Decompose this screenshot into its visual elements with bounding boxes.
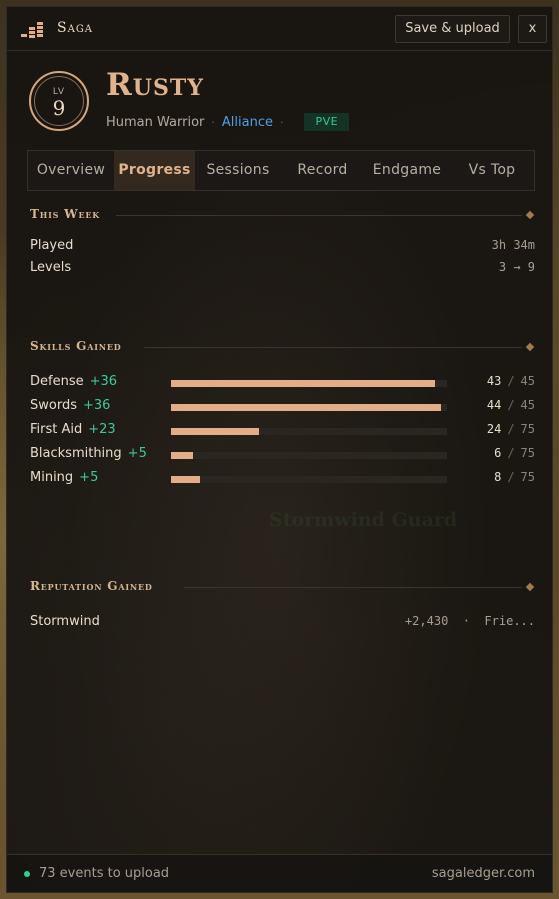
skill-row: Blacksmithing +5 6 / 75 xyxy=(30,446,535,464)
level-label: LV xyxy=(52,87,66,97)
diamond-ornament-icon xyxy=(525,210,535,220)
skill-gain: +5 xyxy=(79,470,99,485)
skill-progress-fill xyxy=(171,404,441,411)
close-button[interactable]: x xyxy=(518,15,547,43)
diamond-ornament-icon xyxy=(525,342,535,352)
faction-link[interactable]: Alliance xyxy=(222,115,273,130)
race-class: Human Warrior xyxy=(106,114,205,130)
site-link[interactable]: sagaledger.com xyxy=(432,866,535,881)
character-meta: Human Warrior · Alliance · PVE xyxy=(106,112,350,132)
skill-progress-fill xyxy=(171,380,435,387)
section-title: Skills Gained xyxy=(30,339,122,353)
skill-label: First Aid xyxy=(30,422,83,437)
skill-label: Swords xyxy=(30,398,77,413)
tab-endgame[interactable]: Endgame xyxy=(364,151,450,190)
upload-status: 73 events to upload xyxy=(39,866,170,881)
skill-max: 75 xyxy=(520,422,535,436)
skill-name: Blacksmithing +5 xyxy=(30,446,147,461)
skill-label: Mining xyxy=(30,470,74,485)
skill-max: 45 xyxy=(520,398,535,412)
section-divider xyxy=(144,347,522,348)
reputation-name: Stormwind xyxy=(30,614,100,629)
skill-separator: / xyxy=(507,446,515,460)
skill-name: Mining +5 xyxy=(30,470,98,485)
skill-label: Blacksmithing xyxy=(30,446,122,461)
stat-label: Played xyxy=(30,238,74,253)
skill-progress-fill xyxy=(171,476,201,483)
status-dot-icon xyxy=(24,871,30,877)
skill-gain: +36 xyxy=(82,398,111,413)
saga-panel: Stormwind Guard Saga Save & upload x LV … xyxy=(6,6,553,893)
skill-max: 45 xyxy=(520,374,535,388)
skill-row: Defense +36 43 / 45 xyxy=(30,374,535,392)
skill-current: 44 xyxy=(486,398,502,412)
skill-progress-bar xyxy=(171,404,447,411)
footer: 73 events to upload sagaledger.com xyxy=(7,854,552,892)
tab-bar: Overview Progress Sessions Record Endgam… xyxy=(27,150,535,191)
skill-row: Mining +5 8 / 75 xyxy=(30,470,535,488)
tab-record[interactable]: Record xyxy=(281,151,364,190)
skill-value: 43 / 45 xyxy=(487,374,535,388)
stat-label: Levels xyxy=(30,260,72,275)
stat-value: 3 → 9 xyxy=(498,260,535,274)
skill-gain: +36 xyxy=(89,374,118,389)
skill-name: First Aid +23 xyxy=(30,422,116,437)
skill-progress-fill xyxy=(171,452,194,459)
section-divider xyxy=(184,587,522,588)
skill-name: Swords +36 xyxy=(30,398,110,413)
skill-row: Swords +36 44 / 45 xyxy=(30,398,535,416)
skill-separator: / xyxy=(507,470,515,484)
reputation-row-stormwind: Stormwind +2,430 · Frie... xyxy=(30,614,535,632)
skill-row: First Aid +23 24 / 75 xyxy=(30,422,535,440)
level-value: 9 xyxy=(52,96,66,120)
background-nameplate: Stormwind Guard xyxy=(269,509,458,531)
skill-gain: +5 xyxy=(127,446,147,461)
mode-badge: PVE xyxy=(304,113,350,131)
skill-separator: / xyxy=(507,374,515,388)
skill-progress-bar xyxy=(171,428,447,435)
title-bar: Saga Save & upload x xyxy=(7,7,552,51)
tab-vs-top[interactable]: Vs Top xyxy=(450,151,534,190)
skill-current: 43 xyxy=(486,374,502,388)
skill-progress-bar xyxy=(171,380,447,387)
section-reputation-gained: Reputation Gained xyxy=(30,579,535,595)
skill-current: 24 xyxy=(486,422,502,436)
skill-max: 75 xyxy=(520,470,535,484)
stat-row-played: Played 3h 34m xyxy=(30,238,535,256)
skill-progress-fill xyxy=(171,428,260,435)
skill-value: 8 / 75 xyxy=(494,470,535,484)
skill-progress-bar xyxy=(171,476,447,483)
skill-max: 75 xyxy=(520,446,535,460)
section-title: This Week xyxy=(30,207,101,221)
diamond-ornament-icon xyxy=(525,582,535,592)
skill-value: 24 / 75 xyxy=(487,422,535,436)
skill-label: Defense xyxy=(30,374,84,389)
skill-separator: / xyxy=(507,422,515,436)
level-badge: LV 9 xyxy=(29,71,89,131)
skill-current: 6 xyxy=(494,446,502,460)
tab-sessions[interactable]: Sessions xyxy=(195,151,281,190)
app-name: Saga xyxy=(57,20,94,36)
bar-stack-logo-icon xyxy=(21,22,43,38)
section-this-week: This Week xyxy=(30,207,535,223)
meta-separator: · xyxy=(279,115,284,129)
save-upload-button[interactable]: Save & upload xyxy=(395,15,510,43)
stat-value: 3h 34m xyxy=(491,238,535,252)
skill-progress-bar xyxy=(171,452,447,459)
section-skills-gained: Skills Gained xyxy=(30,339,535,355)
skill-name: Defense +36 xyxy=(30,374,117,389)
meta-separator: · xyxy=(211,115,215,129)
tab-overview[interactable]: Overview xyxy=(28,151,114,190)
section-title: Reputation Gained xyxy=(30,579,153,593)
skill-value: 44 / 45 xyxy=(487,398,535,412)
skill-value: 6 / 75 xyxy=(494,446,535,460)
skill-current: 8 xyxy=(494,470,502,484)
reputation-value: +2,430 · Frie... xyxy=(404,614,535,628)
section-divider xyxy=(116,215,522,216)
skill-gain: +23 xyxy=(88,422,116,437)
skill-separator: / xyxy=(507,398,515,412)
stat-row-levels: Levels 3 → 9 xyxy=(30,260,535,278)
character-name: Rusty xyxy=(106,67,204,103)
tab-progress[interactable]: Progress xyxy=(114,151,195,190)
